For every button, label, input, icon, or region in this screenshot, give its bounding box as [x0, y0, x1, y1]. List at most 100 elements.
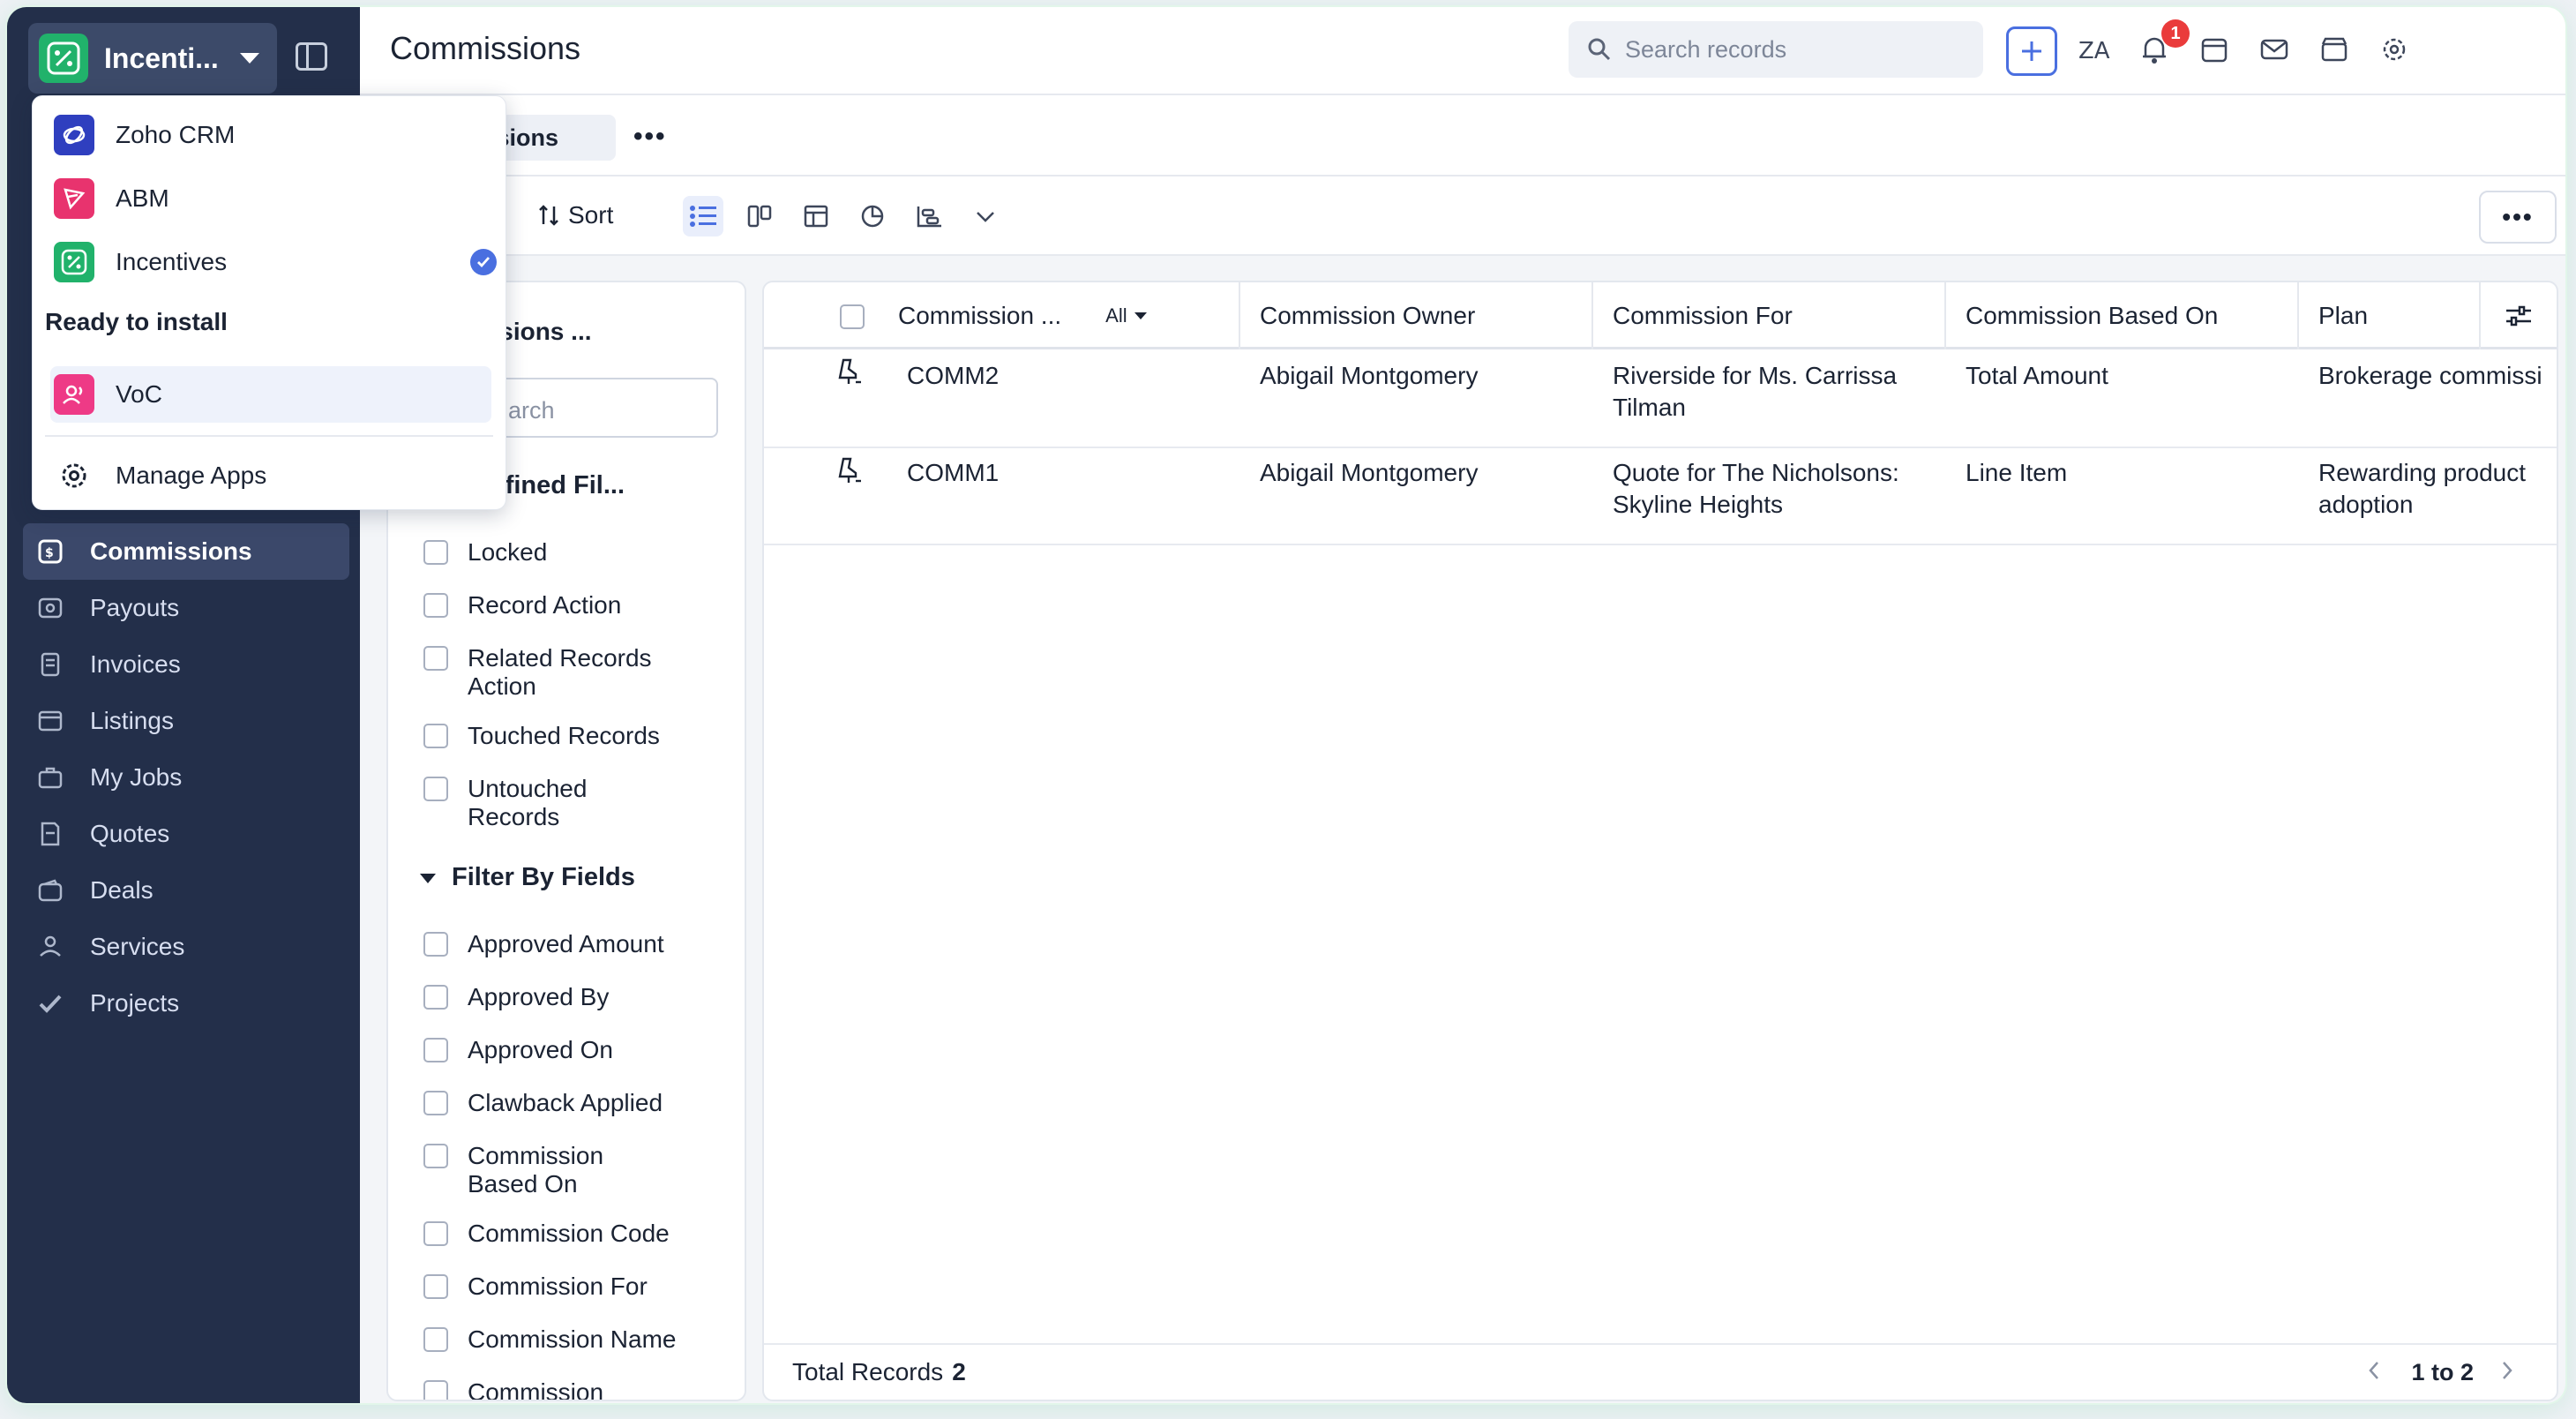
- filter-label: Commission Name: [468, 1325, 677, 1353]
- follow-icon[interactable]: [835, 357, 865, 394]
- column-filter-dropdown[interactable]: All: [1105, 304, 1147, 327]
- app-option-incentives[interactable]: Incentives: [50, 234, 497, 290]
- filter-item[interactable]: Commission For: [423, 1273, 723, 1301]
- cell-code[interactable]: COMM1: [907, 457, 999, 489]
- sidebar-item-commissions[interactable]: $ Commissions: [23, 523, 349, 580]
- app-window: Incenti... $ Commissions Payouts Invoice…: [7, 7, 2565, 1403]
- column-header-for[interactable]: Commission For: [1593, 282, 1946, 349]
- sidebar-item-listings[interactable]: Listings: [23, 693, 349, 749]
- kanban-view-icon[interactable]: [739, 196, 780, 236]
- filter-item[interactable]: Commission Based On: [423, 1142, 644, 1198]
- records-table: Commission ... All Commission Owner Comm…: [762, 281, 2558, 1401]
- filter-item[interactable]: Record Action: [423, 591, 723, 619]
- create-button[interactable]: [2006, 26, 2057, 76]
- manage-apps-button[interactable]: Manage Apps: [50, 447, 491, 504]
- cell-plan: Rewarding product adoption: [2318, 459, 2527, 518]
- tabs-more-button[interactable]: •••: [633, 122, 667, 152]
- filter-item[interactable]: Locked: [423, 538, 723, 567]
- sort-icon: [539, 205, 558, 226]
- calendar-icon[interactable]: [2195, 30, 2234, 69]
- sort-button[interactable]: Sort: [536, 201, 613, 229]
- view-toolbar: Sort •••: [360, 176, 2565, 256]
- filter-label: Record Action: [468, 591, 622, 619]
- payouts-icon: [35, 593, 65, 623]
- timeline-view-icon[interactable]: [909, 196, 949, 236]
- app-option-label: VoC: [116, 380, 162, 408]
- checkbox[interactable]: [423, 1221, 448, 1246]
- filter-item[interactable]: Clawback Applied: [423, 1089, 723, 1117]
- filter-item[interactable]: Commission Code: [423, 1220, 723, 1248]
- sidebar-nav: $ Commissions Payouts Invoices Listings …: [23, 523, 349, 1032]
- checkbox[interactable]: [423, 932, 448, 957]
- sidebar-item-label: My Jobs: [90, 763, 183, 791]
- more-options-button[interactable]: •••: [2479, 191, 2557, 244]
- column-label: Plan: [2318, 302, 2369, 329]
- checkbox[interactable]: [423, 1091, 448, 1115]
- checkbox[interactable]: [423, 1380, 448, 1400]
- cell-code[interactable]: COMM2: [907, 360, 999, 392]
- filter-label: Approved On: [468, 1036, 613, 1063]
- filter-item[interactable]: Approved On: [423, 1036, 723, 1064]
- app-option-voc[interactable]: VoC: [50, 366, 491, 423]
- filter-item[interactable]: Commission Name: [423, 1325, 723, 1354]
- checkbox[interactable]: [423, 1038, 448, 1062]
- checkbox[interactable]: [423, 985, 448, 1010]
- filter-label: Approved Amount: [468, 930, 664, 957]
- sidebar-toggle-icon[interactable]: [296, 42, 327, 71]
- follow-icon[interactable]: [835, 455, 865, 493]
- filter-item[interactable]: Related Records Action: [423, 644, 679, 701]
- cell-plan: Brokerage commissi: [2318, 362, 2542, 389]
- filter-by-fields-heading[interactable]: Filter By Fields: [420, 863, 635, 892]
- app-option-abm[interactable]: ABM: [50, 170, 491, 227]
- chart-view-icon[interactable]: [852, 196, 893, 236]
- cell-for: Riverside for Ms. Carrissa Tilman: [1613, 362, 1898, 421]
- filter-item[interactable]: Commission: [423, 1378, 723, 1400]
- checkbox[interactable]: [423, 1274, 448, 1299]
- column-header-based-on[interactable]: Commission Based On: [1946, 282, 2299, 349]
- translate-icon[interactable]: ZA: [2075, 30, 2114, 69]
- column-header-commission[interactable]: Commission ... All: [887, 282, 1240, 349]
- select-all-checkbox[interactable]: [840, 304, 865, 329]
- sidebar-item-quotes[interactable]: Quotes: [23, 806, 349, 862]
- checkbox[interactable]: [423, 646, 448, 671]
- chevron-down-icon[interactable]: [965, 196, 1006, 236]
- search-input[interactable]: Search records: [1569, 21, 1983, 78]
- column-header-owner[interactable]: Commission Owner: [1240, 282, 1593, 349]
- checkbox[interactable]: [423, 540, 448, 565]
- search-placeholder: Search records: [1625, 35, 1787, 63]
- sidebar-item-payouts[interactable]: Payouts: [23, 580, 349, 636]
- column-header-plan[interactable]: Plan: [2299, 282, 2481, 349]
- filter-label: Clawback Applied: [468, 1089, 663, 1116]
- column-settings-icon[interactable]: [2481, 282, 2557, 349]
- incentives-logo-icon: [54, 242, 94, 282]
- sidebar-item-projects[interactable]: Projects: [23, 975, 349, 1032]
- sidebar-item-invoices[interactable]: Invoices: [23, 636, 349, 693]
- filter-item[interactable]: Touched Records: [423, 722, 723, 750]
- sidebar-item-deals[interactable]: Deals: [23, 862, 349, 919]
- sidebar-item-label: Payouts: [90, 594, 180, 621]
- filter-item[interactable]: Untouched Records: [423, 775, 644, 831]
- checkbox[interactable]: [423, 1144, 448, 1168]
- section-label: Filter By Fields: [452, 863, 635, 891]
- cell-owner: Abigail Montgomery: [1260, 459, 1479, 486]
- checkbox[interactable]: [423, 1327, 448, 1352]
- listings-icon: [35, 706, 65, 736]
- app-switcher[interactable]: Incenti...: [28, 23, 277, 94]
- app-switcher-dropdown: Zoho CRM ABM Incentives Ready to install…: [32, 95, 506, 510]
- prev-page-icon[interactable]: [2367, 1360, 2385, 1385]
- checkbox[interactable]: [423, 724, 448, 748]
- sidebar-item-my-jobs[interactable]: My Jobs: [23, 749, 349, 806]
- filter-item[interactable]: Approved Amount: [423, 930, 723, 958]
- filter-item[interactable]: Approved By: [423, 983, 723, 1011]
- gear-icon[interactable]: [2375, 30, 2414, 69]
- marketplace-icon[interactable]: [2315, 30, 2354, 69]
- app-option-zoho-crm[interactable]: Zoho CRM: [50, 107, 491, 163]
- checkbox[interactable]: [423, 593, 448, 618]
- checkbox[interactable]: [423, 777, 448, 801]
- mail-icon[interactable]: [2255, 30, 2294, 69]
- table-view-icon[interactable]: [796, 196, 836, 236]
- sidebar-item-services[interactable]: Services: [23, 919, 349, 975]
- filter-label: Commission Based On: [468, 1142, 604, 1198]
- list-view-icon[interactable]: [683, 196, 723, 236]
- next-page-icon[interactable]: [2500, 1360, 2518, 1385]
